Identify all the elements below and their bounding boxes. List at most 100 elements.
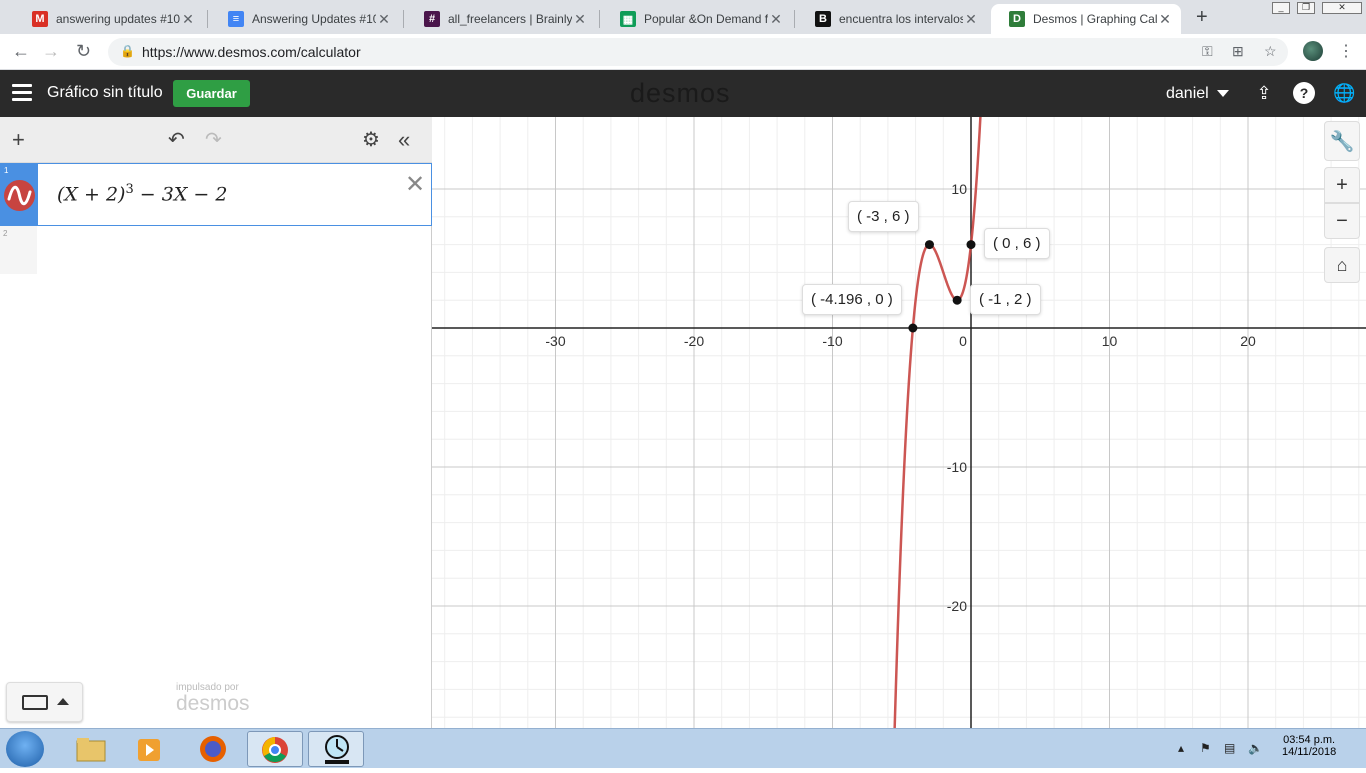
file-explorer-icon[interactable] <box>62 731 118 767</box>
close-tab-icon[interactable]: ✕ <box>572 11 588 28</box>
y-tick-label: -20 <box>947 598 967 614</box>
start-button-icon[interactable] <box>6 731 44 767</box>
browser-tab[interactable]: Bencuentra los intervalos ✕ <box>797 4 987 34</box>
browser-tab[interactable]: # all_freelancers | Brainly fr ✕ <box>406 4 596 34</box>
add-expression-icon[interactable]: + <box>12 127 25 153</box>
profile-avatar[interactable] <box>1303 41 1323 61</box>
close-tab-icon[interactable]: ✕ <box>180 11 196 28</box>
graph-paper[interactable]: -30 -20 -10 0 10 20 10 -10 -20 ( -3 , 6 ) ( 0 , 6… <box>432 117 1366 728</box>
forward-arrow-icon[interactable]: → <box>42 41 60 62</box>
x-tick-label: -10 <box>822 333 842 349</box>
collapse-panel-icon[interactable]: « <box>398 127 410 153</box>
expression-math[interactable]: (X + 2)3 − 3X − 2 <box>57 182 227 205</box>
help-icon[interactable]: ? <box>1293 82 1315 104</box>
zoom-in-icon[interactable]: + <box>1324 167 1360 203</box>
point-label[interactable]: ( 0 , 6 ) <box>984 228 1050 259</box>
point-marker <box>908 323 918 333</box>
point-label[interactable]: ( -1 , 2 ) <box>970 284 1041 315</box>
browser-address-bar: ← → ↻ 🔒 https://www.desmos.com/calculato… <box>0 34 1366 70</box>
delete-expression-icon[interactable]: ✕ <box>405 170 425 199</box>
browser-tab-bar: Manswering updates #10 - ✕ ≡ Answering Upda… <box>0 0 1366 34</box>
curve-color-toggle-icon[interactable] <box>4 180 35 211</box>
keyboard-icon <box>22 695 48 710</box>
firefox-icon[interactable] <box>186 731 242 767</box>
close-tab-icon[interactable]: ✕ <box>768 11 784 28</box>
point-label[interactable]: ( -4.196 , 0 ) <box>802 284 902 315</box>
point-label[interactable]: ( -3 , 6 ) <box>848 201 919 232</box>
save-button[interactable]: Guardar <box>173 80 250 107</box>
tab-title: Answering Updates #10 <box>252 12 376 26</box>
tab-title: Popular &On Demand fe <box>644 12 768 26</box>
expression-rest: − 3X − 2 <box>133 183 228 206</box>
powered-by-logo[interactable]: desmos <box>176 692 250 716</box>
browser-tab[interactable]: ▦ Popular &On Demand fe ✕ <box>602 4 792 34</box>
volume-icon[interactable]: 🔈 <box>1248 741 1263 755</box>
system-clock[interactable]: 03:54 p.m. 14/11/2018 <box>1282 734 1336 758</box>
expression-gutter: 1 <box>1 164 38 225</box>
expression-toolbar: + ↶ ↷ ⚙ « <box>0 117 432 163</box>
expression-base: (X + 2) <box>57 183 126 206</box>
sheets-icon: ▦ <box>620 11 636 27</box>
browser-menu-icon[interactable]: ⋮ <box>1338 41 1354 61</box>
y-tick-label: 10 <box>951 181 967 197</box>
gmail-icon: M <box>32 11 48 27</box>
chevron-up-icon <box>57 698 69 705</box>
tab-separator <box>794 10 795 28</box>
url-bar[interactable]: 🔒 https://www.desmos.com/calculator ⚿ ⊞ … <box>108 38 1288 66</box>
expression-number: 1 <box>4 166 9 175</box>
redo-icon[interactable]: ↷ <box>205 127 222 152</box>
docs-icon: ≡ <box>228 11 244 27</box>
tab-separator <box>599 10 600 28</box>
settings-gear-icon[interactable]: ⚙ <box>362 127 380 152</box>
chrome-icon[interactable] <box>247 731 303 767</box>
browser-tab[interactable]: D Desmos | Graphing Calcu ✕ <box>991 4 1181 34</box>
translate-icon[interactable]: ⊞ <box>1232 43 1244 60</box>
url-text: https://www.desmos.com/calculator <box>142 44 361 60</box>
close-window-button[interactable]: ✕ <box>1322 2 1362 14</box>
close-tab-icon[interactable]: ✕ <box>1157 11 1173 28</box>
user-dropdown-arrow-icon[interactable] <box>1217 90 1229 97</box>
new-tab-button[interactable]: + <box>1196 6 1208 29</box>
back-arrow-icon[interactable]: ← <box>12 41 30 62</box>
restore-window-button[interactable]: ❐ <box>1297 2 1315 14</box>
tab-title: all_freelancers | Brainly fr <box>448 12 572 26</box>
media-player-icon[interactable] <box>124 731 180 767</box>
tab-title: answering updates #10 - <box>56 12 180 26</box>
close-tab-icon[interactable]: ✕ <box>376 11 392 28</box>
desmos-header: Gráfico sin título Guardar desmos daniel… <box>0 70 1366 117</box>
x-tick-label: 10 <box>1102 333 1118 349</box>
expression-row-1[interactable]: 1 (X + 2)3 − 3X − 2 ✕ <box>0 163 432 226</box>
home-icon[interactable]: ⌂ <box>1324 247 1360 283</box>
graph-title[interactable]: Gráfico sin título <box>47 84 163 102</box>
browser-tab[interactable]: ≡ Answering Updates #10 ✕ <box>210 4 400 34</box>
zoom-out-icon[interactable]: − <box>1324 203 1360 239</box>
minimize-window-button[interactable]: _ <box>1272 2 1290 14</box>
user-menu[interactable]: daniel <box>1166 85 1209 103</box>
expression-row-2[interactable]: 2 <box>0 226 37 274</box>
undo-icon[interactable]: ↶ <box>168 127 185 152</box>
bookmark-star-icon[interactable]: ☆ <box>1264 43 1277 60</box>
keyboard-toggle-button[interactable] <box>6 682 83 722</box>
desmos-logo: desmos <box>630 78 731 108</box>
close-tab-icon[interactable]: ✕ <box>963 11 979 28</box>
network-icon[interactable]: ▤ <box>1224 741 1235 755</box>
action-center-flag-icon[interactable]: ⚑ <box>1200 741 1211 755</box>
windows-taskbar: ▴ ⚑ ▤ 🔈 03:54 p.m. 14/11/2018 <box>0 728 1366 768</box>
x-tick-label: -30 <box>545 333 565 349</box>
desmos-icon: D <box>1009 11 1025 27</box>
reload-icon[interactable]: ↻ <box>76 41 91 62</box>
wrench-icon[interactable]: 🔧 <box>1324 121 1360 161</box>
key-icon[interactable]: ⚿ <box>1202 43 1213 60</box>
brainly-icon: B <box>815 11 831 27</box>
show-hidden-icons-icon[interactable]: ▴ <box>1178 741 1184 755</box>
share-icon[interactable]: ⇪ <box>1253 82 1275 104</box>
desktop-clock-app-icon[interactable] <box>308 731 364 767</box>
language-globe-icon[interactable]: 🌐 <box>1333 82 1355 104</box>
tab-title: encuentra los intervalos <box>839 12 963 26</box>
clock-date: 14/11/2018 <box>1282 746 1337 758</box>
x-tick-label: 0 <box>959 333 967 349</box>
x-tick-label: 20 <box>1240 333 1256 349</box>
hamburger-menu-icon[interactable] <box>12 84 32 102</box>
browser-tab[interactable]: Manswering updates #10 - ✕ <box>14 4 204 34</box>
expression-exponent: 3 <box>125 182 134 197</box>
